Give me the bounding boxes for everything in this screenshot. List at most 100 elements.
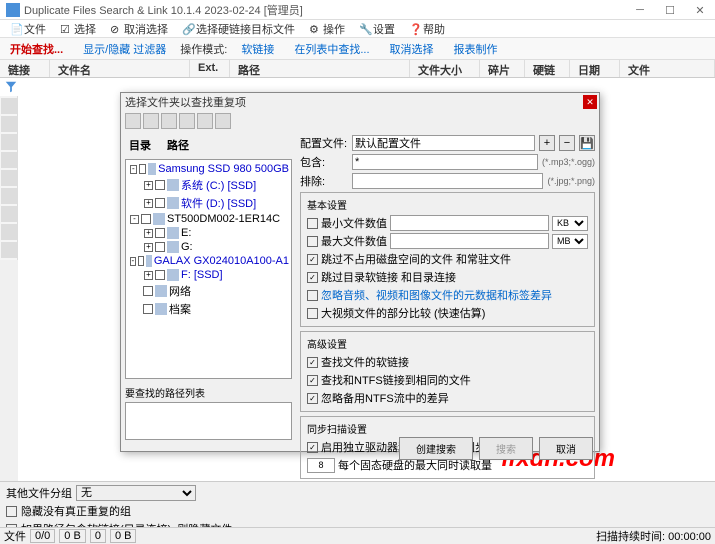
menu-operate[interactable]: ⚙操作 xyxy=(303,20,351,38)
threads-input[interactable] xyxy=(307,458,335,473)
max-size-check[interactable] xyxy=(307,236,318,247)
tree-checkbox[interactable] xyxy=(155,198,165,208)
tree-node[interactable]: +软件 (D:) [SSD] xyxy=(128,194,289,212)
menu-select[interactable]: ☑选择 xyxy=(54,20,102,38)
min-size-input[interactable] xyxy=(390,215,549,231)
tree-checkbox[interactable] xyxy=(155,242,165,252)
col-date[interactable]: 日期 xyxy=(570,60,620,77)
config-input[interactable] xyxy=(352,135,535,151)
menu-help[interactable]: ❓帮助 xyxy=(403,20,451,38)
col-filename[interactable]: 文件名 xyxy=(50,60,190,77)
dialog-tool-5[interactable] xyxy=(197,113,213,129)
menu-file[interactable]: 📄文件 xyxy=(4,20,52,38)
tree-node[interactable]: +F: [SSD] xyxy=(128,268,289,282)
toggle-filter-button[interactable]: 显示/隐藏 过滤器 xyxy=(77,39,172,59)
ignore-media-check[interactable] xyxy=(307,290,318,301)
expand-icon[interactable]: - xyxy=(130,215,139,224)
minimize-button[interactable]: ─ xyxy=(625,0,655,20)
ignore-ntfs-check[interactable] xyxy=(307,393,318,404)
folder-tree[interactable]: -Samsung SSD 980 500GB+系统 (C:) [SSD]+软件 … xyxy=(125,159,292,379)
min-size-unit[interactable]: KB xyxy=(552,216,588,231)
start-search-button[interactable]: 开始查找... xyxy=(4,39,69,59)
expand-icon[interactable]: + xyxy=(144,243,153,252)
left-tool-9[interactable] xyxy=(1,242,17,258)
dialog-tool-2[interactable] xyxy=(143,113,159,129)
tree-checkbox[interactable] xyxy=(141,214,151,224)
tab-path[interactable]: 路径 xyxy=(163,135,193,155)
report-button[interactable]: 报表制作 xyxy=(448,39,504,59)
create-index-button[interactable]: 创建搜索 xyxy=(399,437,473,460)
left-tool-6[interactable] xyxy=(1,188,17,204)
max-size-input[interactable] xyxy=(390,233,549,249)
expand-icon[interactable]: - xyxy=(130,165,137,174)
col-hardlink[interactable]: 硬链 xyxy=(525,60,570,77)
menu-cancel-select[interactable]: ⊘取消选择 xyxy=(104,20,174,38)
max-size-unit[interactable]: MB xyxy=(552,234,588,249)
find-symlinks-check[interactable] xyxy=(307,357,318,368)
tree-node[interactable]: +E: xyxy=(128,226,289,240)
maximize-button[interactable]: ☐ xyxy=(655,0,685,20)
include-input[interactable] xyxy=(352,154,538,170)
skip-links-check[interactable] xyxy=(307,272,318,283)
left-tool-2[interactable] xyxy=(1,116,17,132)
cancel-button[interactable]: 取消 xyxy=(539,437,593,460)
col-size[interactable]: 文件大小 xyxy=(410,60,480,77)
left-tool-7[interactable] xyxy=(1,206,17,222)
expand-icon[interactable]: + xyxy=(144,181,153,190)
deselect-button[interactable]: 取消选择 xyxy=(384,39,440,59)
start-search-dialog-button[interactable]: 搜索 xyxy=(479,437,533,460)
tree-checkbox[interactable] xyxy=(155,180,165,190)
tree-node[interactable]: 网络 xyxy=(128,282,289,300)
tree-node[interactable]: 档案 xyxy=(128,300,289,318)
menu-select-linked[interactable]: 🔗选择硬链接目标文件 xyxy=(176,20,301,38)
exclude-input[interactable] xyxy=(352,173,543,189)
tree-node[interactable]: -ST500DM002-1ER14C xyxy=(128,212,289,226)
tree-node[interactable]: -Samsung SSD 980 500GB xyxy=(128,162,289,176)
tree-checkbox[interactable] xyxy=(155,270,165,280)
col-path[interactable]: 路径 xyxy=(230,60,410,77)
tree-node[interactable]: +系统 (C:) [SSD] xyxy=(128,176,289,194)
menu-settings[interactable]: 🔧设置 xyxy=(353,20,401,38)
expand-icon[interactable]: + xyxy=(144,271,153,280)
skip-zero-check[interactable] xyxy=(307,254,318,265)
expand-icon[interactable]: - xyxy=(130,257,136,266)
sync-enable-check[interactable] xyxy=(307,442,318,453)
expand-icon[interactable]: + xyxy=(144,229,153,238)
left-tool-1[interactable] xyxy=(1,98,17,114)
config-add-button[interactable]: + xyxy=(539,135,555,151)
tree-checkbox[interactable] xyxy=(143,304,153,314)
find-ntfs-check[interactable] xyxy=(307,375,318,386)
filter-icon[interactable] xyxy=(4,80,18,94)
tree-node[interactable]: +G: xyxy=(128,240,289,254)
tree-checkbox[interactable] xyxy=(143,286,153,296)
left-tool-8[interactable] xyxy=(1,224,17,240)
tree-checkbox[interactable] xyxy=(155,228,165,238)
dialog-tool-6[interactable] xyxy=(215,113,231,129)
path-list-box[interactable] xyxy=(125,402,292,440)
left-tool-3[interactable] xyxy=(1,134,17,150)
hide-nondup-check[interactable] xyxy=(6,506,17,517)
compare-large-check[interactable] xyxy=(307,308,318,319)
left-tool-5[interactable] xyxy=(1,170,17,186)
left-tool-4[interactable] xyxy=(1,152,17,168)
expand-icon[interactable]: + xyxy=(144,199,153,208)
tree-checkbox[interactable] xyxy=(138,256,144,266)
col-file[interactable]: 文件 xyxy=(620,60,715,77)
tree-node[interactable]: -GALAX GX024010A100-A1 xyxy=(128,254,289,268)
tab-directory[interactable]: 目录 xyxy=(125,135,155,155)
col-fragment[interactable]: 碎片 xyxy=(480,60,525,77)
search-in-list-button[interactable]: 在列表中查找... xyxy=(288,39,375,59)
config-save-button[interactable]: 💾 xyxy=(579,135,595,151)
min-size-check[interactable] xyxy=(307,218,318,229)
other-group-select[interactable]: 无 xyxy=(76,485,196,501)
col-link[interactable]: 链接 xyxy=(0,60,50,77)
col-ext[interactable]: Ext. xyxy=(190,60,230,77)
config-remove-button[interactable]: − xyxy=(559,135,575,151)
dialog-tool-4[interactable] xyxy=(179,113,195,129)
softlink-button[interactable]: 软链接 xyxy=(235,39,280,59)
dialog-close-button[interactable]: ✕ xyxy=(583,95,597,109)
dialog-tool-3[interactable] xyxy=(161,113,177,129)
tree-checkbox[interactable] xyxy=(139,164,146,174)
close-button[interactable]: ✕ xyxy=(685,0,715,20)
dialog-tool-1[interactable] xyxy=(125,113,141,129)
